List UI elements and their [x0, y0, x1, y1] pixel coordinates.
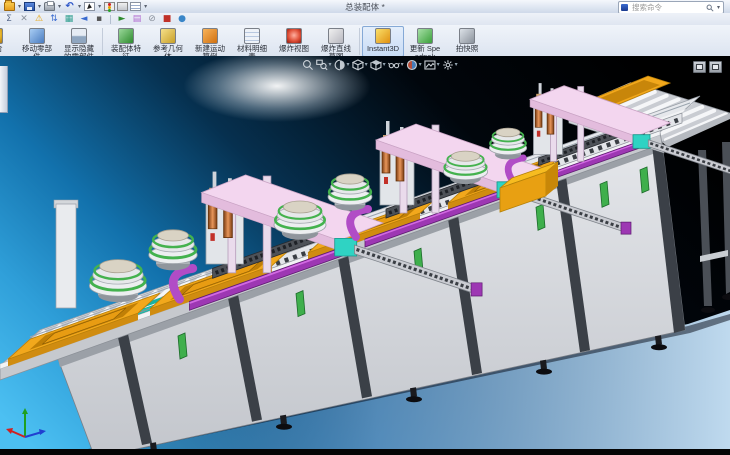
no-preview-icon[interactable]: ⊘: [146, 14, 158, 24]
reorder-icon[interactable]: ⇅: [48, 14, 60, 24]
file-properties-icon[interactable]: [130, 2, 141, 11]
zoom-to-area-dropdown-icon[interactable]: ▾: [329, 62, 332, 68]
hide-show-items-dropdown-icon[interactable]: ▾: [401, 62, 404, 68]
restore-window-icon[interactable]: [693, 61, 706, 73]
z-axis-blue: [25, 432, 42, 437]
cm-button-new-motion-study[interactable]: 新建运动算例: [189, 26, 231, 57]
stop-icon[interactable]: ■: [161, 14, 173, 24]
file-properties-dropdown-icon[interactable]: ▾: [144, 4, 147, 10]
save-dropdown-icon[interactable]: ▾: [38, 4, 41, 10]
cm-button-label: 配合: [0, 45, 12, 53]
cancel-icon[interactable]: ✕: [18, 14, 30, 24]
cm-button-label: 爆炸视图: [277, 45, 311, 53]
bottom-border: [0, 449, 730, 455]
mate-icon: [0, 28, 3, 44]
exploded-view-icon: [286, 28, 302, 44]
move-component-icon: [29, 28, 45, 44]
update-speedpak-icon: [417, 28, 433, 44]
zoom-to-fit-icon[interactable]: [302, 59, 314, 71]
cm-separator: [102, 28, 103, 55]
apply-scene-icon[interactable]: ▾: [424, 59, 440, 71]
heads-up-view-toolbar: ▾ ▾ ▾ ▾ ▾ ▾ ▾ ▾: [302, 59, 458, 71]
solidworks-search-logo-icon: [621, 4, 628, 11]
cm-button-move-component[interactable]: 移动零部件▾: [16, 26, 58, 57]
cm-button-reference-geometry[interactable]: 参考几何体▾: [147, 26, 189, 57]
edit-appearance-icon[interactable]: ▾: [406, 59, 422, 71]
equations-icon[interactable]: Σ: [3, 14, 15, 24]
cm-button-update-speedpak[interactable]: 更新 Speedpak: [404, 26, 446, 57]
display-style-dropdown-icon[interactable]: ▾: [383, 62, 386, 68]
viewport-window-buttons: [693, 61, 722, 73]
view-settings-icon[interactable]: ▾: [442, 59, 458, 71]
close-window-icon[interactable]: [709, 61, 722, 73]
cm-button-show-hidden-components[interactable]: 显示隐藏的零部件: [58, 26, 100, 57]
featuremanager-collapsed-strip[interactable]: [0, 66, 8, 113]
toolbar-separator: [110, 15, 111, 24]
search-dropdown-icon[interactable]: ▾: [717, 5, 720, 11]
list-icon[interactable]: ▤: [131, 14, 143, 24]
cm-button-label: 拍快照: [450, 45, 484, 53]
search-icon[interactable]: [706, 4, 714, 12]
view-orientation-icon[interactable]: ▾: [352, 59, 368, 71]
graphics-viewport[interactable]: ▾ ▾ ▾ ▾ ▾ ▾ ▾ ▾: [0, 56, 730, 449]
explode-line-sketch-icon: [328, 28, 344, 44]
rebuild-traffic-light-icon[interactable]: [104, 2, 115, 11]
cm-button-mate[interactable]: 配合: [0, 26, 16, 57]
print-icon[interactable]: [44, 2, 55, 11]
bill-of-materials-icon: [244, 28, 260, 44]
select-cursor-icon[interactable]: [84, 2, 95, 11]
assembly-features-icon: [118, 28, 134, 44]
quick-access-toolbar: ▾▾▾↶▾▾▾: [4, 2, 148, 11]
save-icon[interactable]: [24, 2, 35, 11]
play-motion-icon[interactable]: ►: [116, 14, 128, 24]
display-style-icon[interactable]: ▾: [370, 59, 386, 71]
select-cursor-dropdown-icon[interactable]: ▾: [98, 4, 101, 10]
undo-icon[interactable]: ↶: [64, 2, 75, 11]
cm-button-bill-of-materials[interactable]: 材料明细表▾: [231, 26, 273, 57]
orientation-triad: [4, 404, 48, 446]
options-icon[interactable]: [117, 2, 128, 11]
search-input[interactable]: [630, 2, 704, 13]
warning-icon[interactable]: ⚠: [33, 14, 45, 24]
grid-icon[interactable]: ▦: [63, 14, 75, 24]
titlebar: ▾▾▾↶▾▾▾ 总装配体 * ▾: [0, 0, 730, 14]
show-hidden-components-icon: [71, 28, 87, 44]
point-icon[interactable]: ▪: [93, 14, 105, 24]
zoom-to-area-icon[interactable]: ▾: [316, 59, 332, 71]
section-view-icon[interactable]: ▾: [334, 59, 350, 71]
apply-scene-dropdown-icon[interactable]: ▾: [437, 62, 440, 68]
cm-button-explode-line-sketch[interactable]: 爆炸直线草图: [315, 26, 357, 57]
cm-separator: [359, 28, 360, 55]
back-icon[interactable]: ◄: [78, 14, 90, 24]
cm-button-take-snapshot[interactable]: 拍快照: [446, 26, 488, 57]
instant3d-icon: [375, 28, 391, 44]
command-manager: 配合移动零部件▾显示隐藏的零部件装配体特征▾参考几何体▾新建运动算例材料明细表▾…: [0, 25, 730, 58]
open-file-icon[interactable]: [4, 2, 15, 11]
new-motion-study-icon: [202, 28, 218, 44]
open-file-dropdown-icon[interactable]: ▾: [18, 4, 21, 10]
view-settings-dropdown-icon[interactable]: ▾: [455, 62, 458, 68]
sphere-icon[interactable]: ●: [176, 14, 188, 24]
cm-button-assembly-features[interactable]: 装配体特征▾: [105, 26, 147, 57]
solidworks-window: ▾▾▾↶▾▾▾ 总装配体 * ▾ Σ✕⚠⇅▦◄▪►▤⊘■● 配合移动零部件▾显示…: [0, 0, 730, 455]
hide-show-items-icon[interactable]: ▾: [388, 59, 404, 71]
model-3d-view[interactable]: [0, 56, 730, 449]
section-view-dropdown-icon[interactable]: ▾: [347, 62, 350, 68]
reference-geometry-icon: [160, 28, 176, 44]
undo-dropdown-icon[interactable]: ▾: [78, 4, 81, 10]
take-snapshot-icon: [459, 28, 475, 44]
cm-button-instant3d[interactable]: Instant3D: [362, 26, 404, 57]
cm-button-exploded-view[interactable]: 爆炸视图: [273, 26, 315, 57]
edit-appearance-dropdown-icon[interactable]: ▾: [419, 62, 422, 68]
cm-button-label: Instant3D: [366, 45, 400, 53]
view-orientation-dropdown-icon[interactable]: ▾: [365, 62, 368, 68]
print-dropdown-icon[interactable]: ▾: [58, 4, 61, 10]
